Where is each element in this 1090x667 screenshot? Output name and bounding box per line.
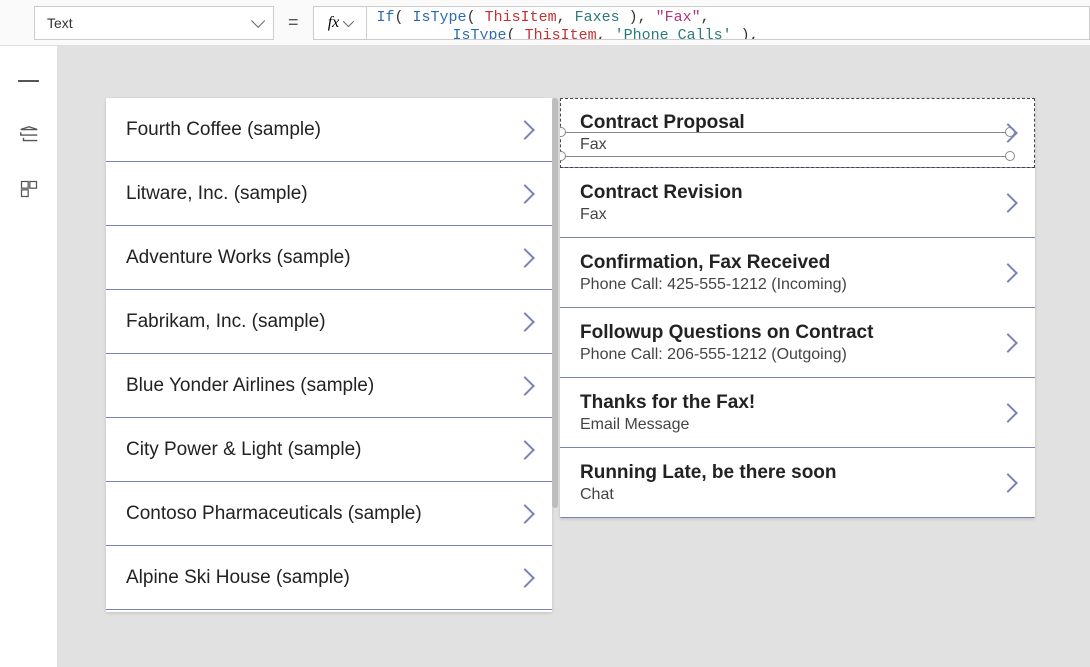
formula-bar[interactable]: If( IsType( ThisItem, Faxes ), "Fax", Is…	[367, 6, 1090, 40]
fx-label: fx	[328, 14, 340, 32]
list-item-subtitle: Chat	[580, 486, 1001, 504]
list-item-title: Fourth Coffee (sample)	[126, 119, 518, 141]
hamburger-icon[interactable]	[18, 70, 40, 92]
list-item-subtitle: Fax	[580, 206, 1001, 224]
list-item[interactable]: Confirmation, Fax Received Phone Call: 4…	[560, 238, 1035, 308]
list-item-title: Contract Revision	[580, 182, 1001, 204]
list-item-title: City Power & Light (sample)	[126, 439, 518, 461]
list-item-title: Running Late, be there soon	[580, 462, 1001, 484]
components-icon[interactable]	[18, 178, 40, 200]
list-item-title: Alpine Ski House (sample)	[126, 567, 518, 589]
accounts-gallery[interactable]: Fourth Coffee (sample) Litware, Inc. (sa…	[106, 98, 552, 612]
canvas[interactable]: Fourth Coffee (sample) Litware, Inc. (sa…	[58, 46, 1090, 667]
chevron-right-icon[interactable]	[515, 504, 535, 524]
list-item-title: Thanks for the Fax!	[580, 392, 1001, 414]
list-item[interactable]: Fourth Coffee (sample)	[106, 98, 552, 162]
chevron-right-icon[interactable]	[998, 193, 1018, 213]
list-item-title: Litware, Inc. (sample)	[126, 183, 518, 205]
list-item[interactable]: Alpine Ski House (sample)	[106, 546, 552, 610]
list-item-title: Blue Yonder Airlines (sample)	[126, 375, 518, 397]
list-item[interactable]: Adventure Works (sample)	[106, 226, 552, 290]
chevron-right-icon[interactable]	[515, 568, 535, 588]
list-item[interactable]: Followup Questions on Contract Phone Cal…	[560, 308, 1035, 378]
list-item-title: Followup Questions on Contract	[580, 322, 1001, 344]
left-rail	[0, 46, 58, 667]
list-item-subtitle: Email Message	[580, 416, 1001, 434]
property-selector[interactable]: Text	[34, 6, 274, 40]
chevron-right-icon[interactable]	[515, 312, 535, 332]
equals-sign: =	[288, 12, 299, 33]
list-item-subtitle: Phone Call: 425-555-1212 (Incoming)	[580, 276, 1001, 294]
chevron-right-icon[interactable]	[998, 473, 1018, 493]
tree-view-icon[interactable]	[18, 124, 40, 146]
chevron-right-icon[interactable]	[515, 440, 535, 460]
activities-gallery[interactable]: Contract Proposal Fax Contract Revision …	[560, 98, 1035, 518]
list-item[interactable]: Blue Yonder Airlines (sample)	[106, 354, 552, 418]
chevron-down-icon	[343, 15, 354, 26]
main-area: Fourth Coffee (sample) Litware, Inc. (sa…	[0, 46, 1090, 667]
list-item-title: Contract Proposal	[580, 112, 1001, 134]
list-item-title: Adventure Works (sample)	[126, 247, 518, 269]
list-item[interactable]: Thanks for the Fax! Email Message	[560, 378, 1035, 448]
chevron-right-icon[interactable]	[998, 403, 1018, 423]
list-item[interactable]: City Power & Light (sample)	[106, 418, 552, 482]
top-bar: Text = fx If( IsType( ThisItem, Faxes ),…	[0, 0, 1090, 46]
list-item[interactable]: Contract Revision Fax	[560, 168, 1035, 238]
chevron-right-icon[interactable]	[998, 333, 1018, 353]
list-item[interactable]: Running Late, be there soon Chat	[560, 448, 1035, 518]
chevron-right-icon[interactable]	[515, 376, 535, 396]
list-item-title: Fabrikam, Inc. (sample)	[126, 311, 518, 333]
list-item-title: Confirmation, Fax Received	[580, 252, 1001, 274]
list-item[interactable]: Contoso Pharmaceuticals (sample)	[106, 482, 552, 546]
list-item-subtitle: Fax	[580, 136, 1001, 154]
property-selector-value: Text	[47, 15, 73, 31]
fx-dropdown[interactable]: fx	[313, 6, 367, 40]
scrollbar[interactable]	[552, 98, 558, 508]
chevron-right-icon[interactable]	[515, 120, 535, 140]
list-item[interactable]: Fabrikam, Inc. (sample)	[106, 290, 552, 354]
list-item-title: Contoso Pharmaceuticals (sample)	[126, 503, 518, 525]
chevron-right-icon[interactable]	[998, 263, 1018, 283]
chevron-right-icon[interactable]	[515, 248, 535, 268]
chevron-down-icon	[251, 13, 265, 27]
list-item[interactable]: Litware, Inc. (sample)	[106, 162, 552, 226]
list-item[interactable]: Contract Proposal Fax	[560, 98, 1035, 168]
chevron-right-icon[interactable]	[998, 123, 1018, 143]
chevron-right-icon[interactable]	[515, 184, 535, 204]
list-item-subtitle: Phone Call: 206-555-1212 (Outgoing)	[580, 346, 1001, 364]
canvas-inner: Fourth Coffee (sample) Litware, Inc. (sa…	[106, 98, 1038, 612]
